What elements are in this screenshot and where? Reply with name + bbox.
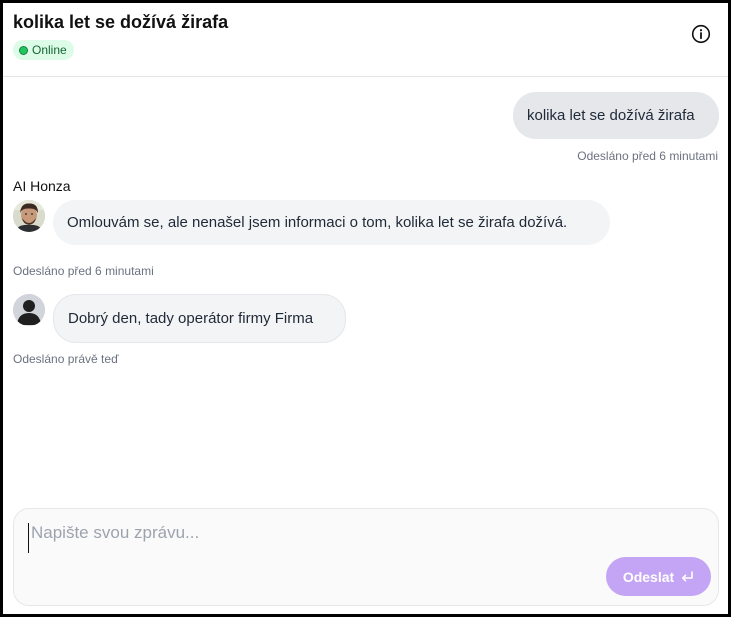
user-message-bubble: kolika let se dožívá žirafa xyxy=(513,92,719,139)
user-silhouette-icon xyxy=(13,294,45,326)
operator-avatar xyxy=(13,294,45,326)
enter-return-icon xyxy=(682,570,693,581)
chat-header: kolika let se dožívá žirafa Online xyxy=(3,3,728,77)
info-button[interactable] xyxy=(690,23,712,45)
send-button-label: Odeslat xyxy=(622,568,675,585)
chat-title: kolika let se dožívá žirafa xyxy=(13,12,229,32)
operator-message-text: Dobrý den, tady operátor firmy Firma xyxy=(68,310,314,327)
user-message-timestamp: Odesláno před 6 minutami xyxy=(577,149,718,163)
ai-message-bubble: Omlouvám se, ale nenašel jsem informaci … xyxy=(53,200,610,245)
operator-message-timestamp: Odesláno právě teď xyxy=(13,352,119,366)
ai-message-timestamp: Odesláno před 6 minutami xyxy=(13,264,154,278)
chat-window: kolika let se dožívá žirafa Online kolik… xyxy=(0,0,731,617)
ai-message-text: Omlouvám se, ale nenašel jsem informaci … xyxy=(67,214,568,231)
status-label: Online xyxy=(32,43,67,57)
user-message-text: kolika let se dožívá žirafa xyxy=(527,107,695,124)
status-badge: Online xyxy=(13,40,74,60)
operator-message-bubble: Dobrý den, tady operátor firmy Firma xyxy=(53,294,346,343)
info-circle-icon xyxy=(691,24,711,44)
ai-sender-name: AI Honza xyxy=(13,178,71,194)
send-button[interactable]: Odeslat xyxy=(606,557,711,596)
message-composer: Odeslat xyxy=(13,508,719,606)
status-dot-icon xyxy=(19,45,28,55)
ai-avatar xyxy=(13,200,45,232)
message-input[interactable] xyxy=(28,523,628,553)
ai-avatar-photo xyxy=(13,200,45,232)
